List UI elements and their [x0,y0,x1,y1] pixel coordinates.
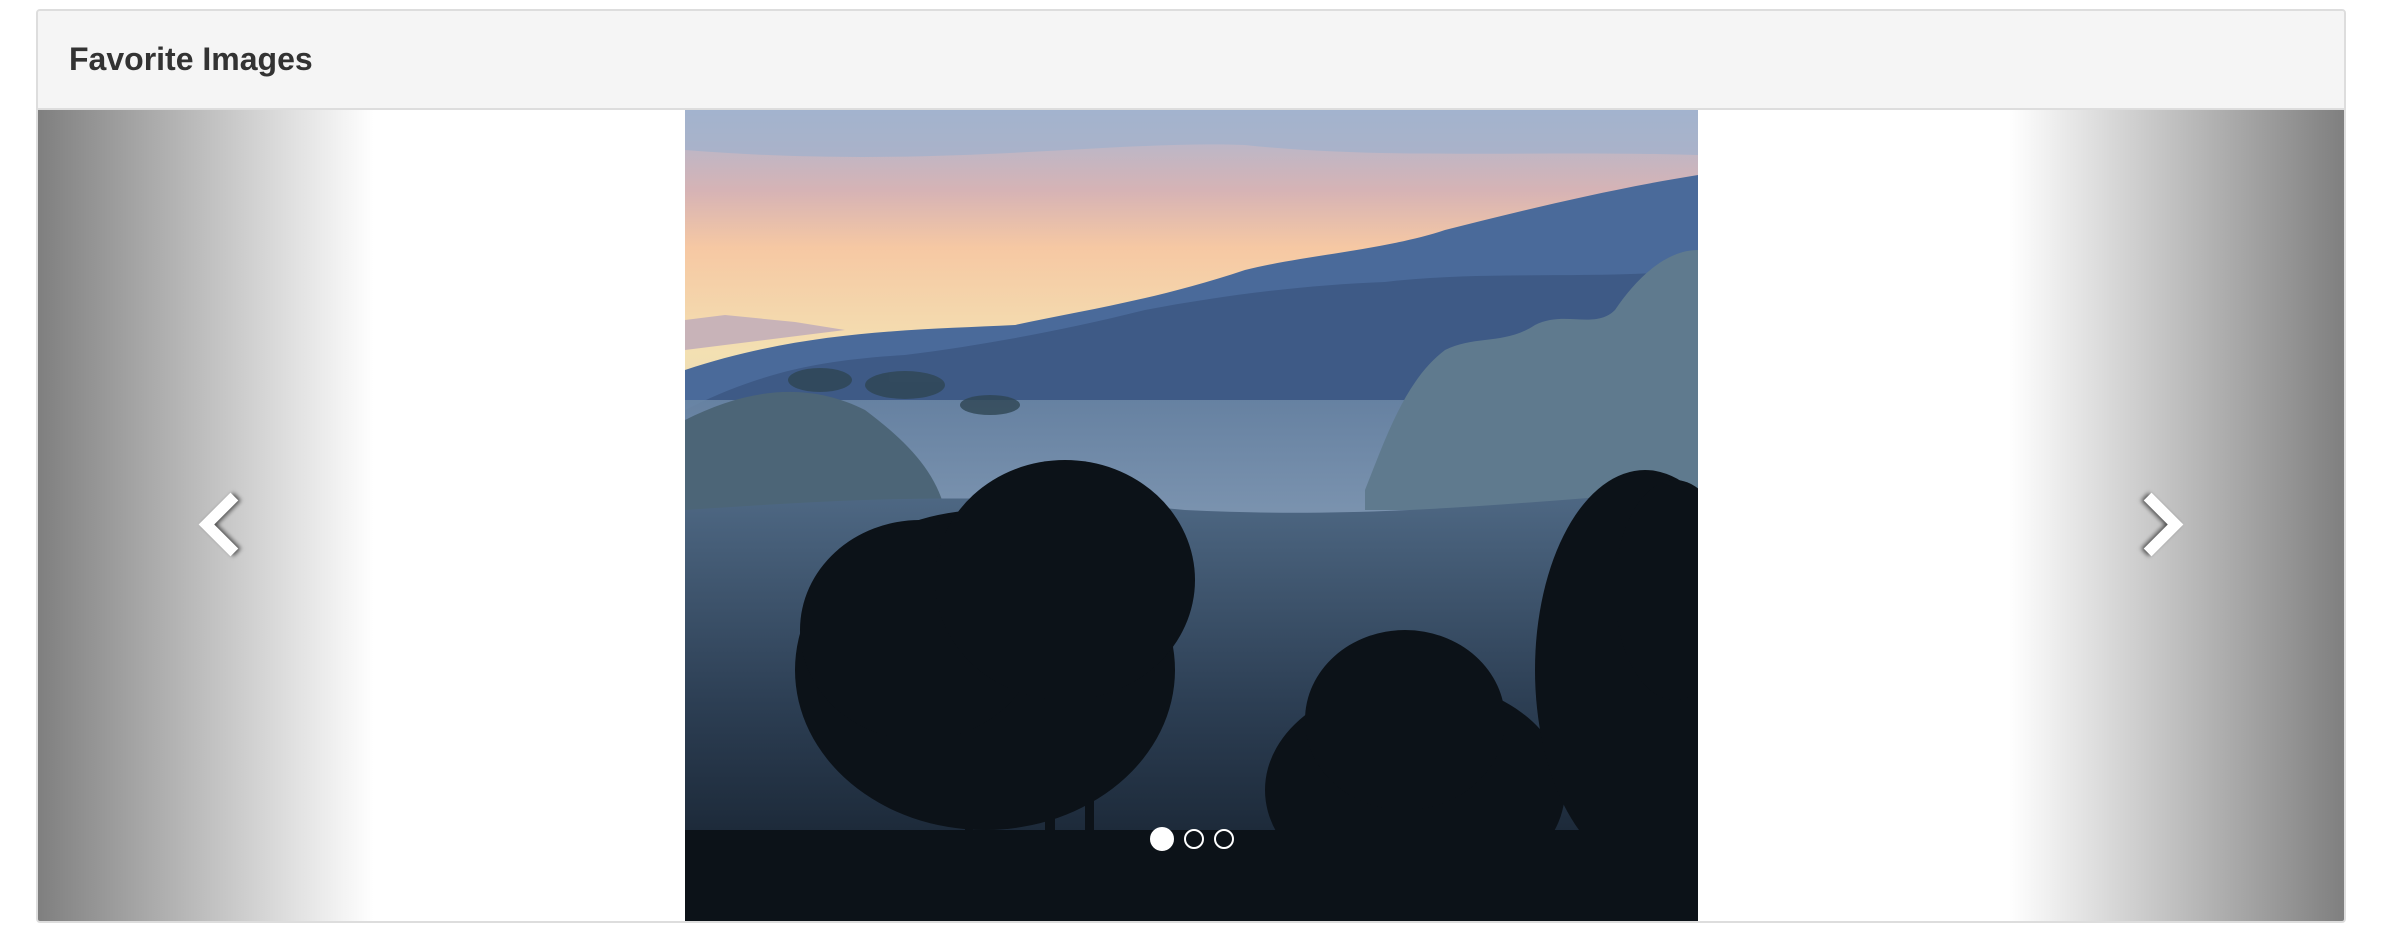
carousel-indicator-2[interactable] [1183,829,1204,849]
carousel-slide-image [685,110,1698,921]
panel-heading: Favorite Images [38,11,2344,110]
chevron-left-icon [198,492,263,557]
chevron-right-icon [2119,492,2184,557]
carousel-indicator-3[interactable] [1213,829,1234,849]
panel-title: Favorite Images [69,41,313,77]
carousel-prev-button[interactable] [38,110,684,921]
image-carousel [38,110,2344,921]
carousel-indicators [685,827,1698,851]
carousel-indicator-1-active[interactable] [1149,827,1174,851]
favorite-images-panel: Favorite Images [36,9,2346,923]
carousel-next-button[interactable] [1698,110,2344,921]
